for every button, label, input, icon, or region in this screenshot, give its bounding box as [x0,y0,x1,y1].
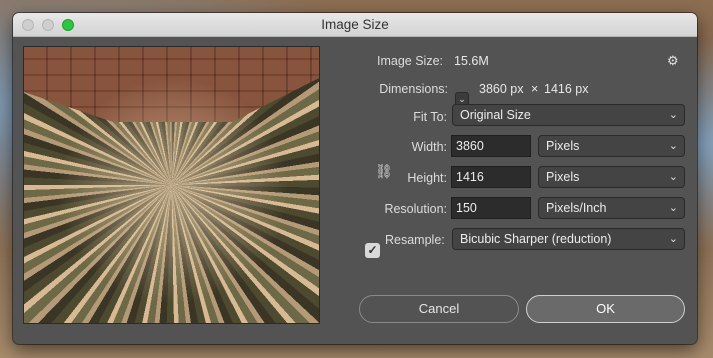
resample-label: Resample: [385,233,445,247]
width-input[interactable] [451,135,531,157]
chevron-down-icon: ⌄ [668,140,678,152]
dimensions-width: 3860 px [479,82,524,96]
gear-icon[interactable]: ⚙ [667,53,679,69]
height-input[interactable] [451,166,531,188]
dimensions-height: 1416 px [544,82,589,96]
resample-method-select[interactable]: Bicubic Sharper (reduction) ⌄ [452,228,685,250]
resolution-input[interactable] [451,197,531,219]
width-unit-select[interactable]: Pixels ⌄ [538,135,685,157]
ok-button[interactable]: OK [526,295,685,323]
image-size-dialog: Image Size Image Size: 15.6M ⚙ Dimension… [13,13,697,344]
fit-to-label: Fit To: [413,110,447,124]
cancel-button[interactable]: Cancel [359,295,519,323]
height-label: Height: [407,171,447,185]
resolution-unit-select[interactable]: Pixels/Inch ⌄ [538,197,685,219]
dimensions-separator: × [531,82,539,96]
image-preview[interactable] [23,46,320,324]
width-unit-value: Pixels [546,139,580,153]
image-size-value: 15.6M [454,54,489,68]
image-size-label: Image Size: [376,54,443,68]
resolution-unit-value: Pixels/Inch [546,201,607,215]
height-unit-value: Pixels [546,170,580,184]
width-label: Width: [411,140,447,154]
window-title: Image Size [321,17,389,32]
fit-to-selected-value: Original Size [460,108,531,122]
height-unit-select[interactable]: Pixels ⌄ [538,166,685,188]
resolution-label: Resolution: [384,202,447,216]
preview-center-glow [24,47,319,323]
resample-method-value: Bicubic Sharper (reduction) [460,232,612,246]
fit-to-select[interactable]: Original Size ⌄ [452,104,685,126]
resample-checkbox[interactable]: ✓ [365,243,380,258]
dimensions-label: Dimensions: [379,82,448,96]
chevron-down-icon: ⌄ [668,109,678,121]
title-bar: Image Size [13,13,697,37]
chevron-down-icon: ⌄ [668,233,678,245]
chevron-down-icon: ⌄ [668,171,678,183]
chevron-down-icon: ⌄ [668,202,678,214]
